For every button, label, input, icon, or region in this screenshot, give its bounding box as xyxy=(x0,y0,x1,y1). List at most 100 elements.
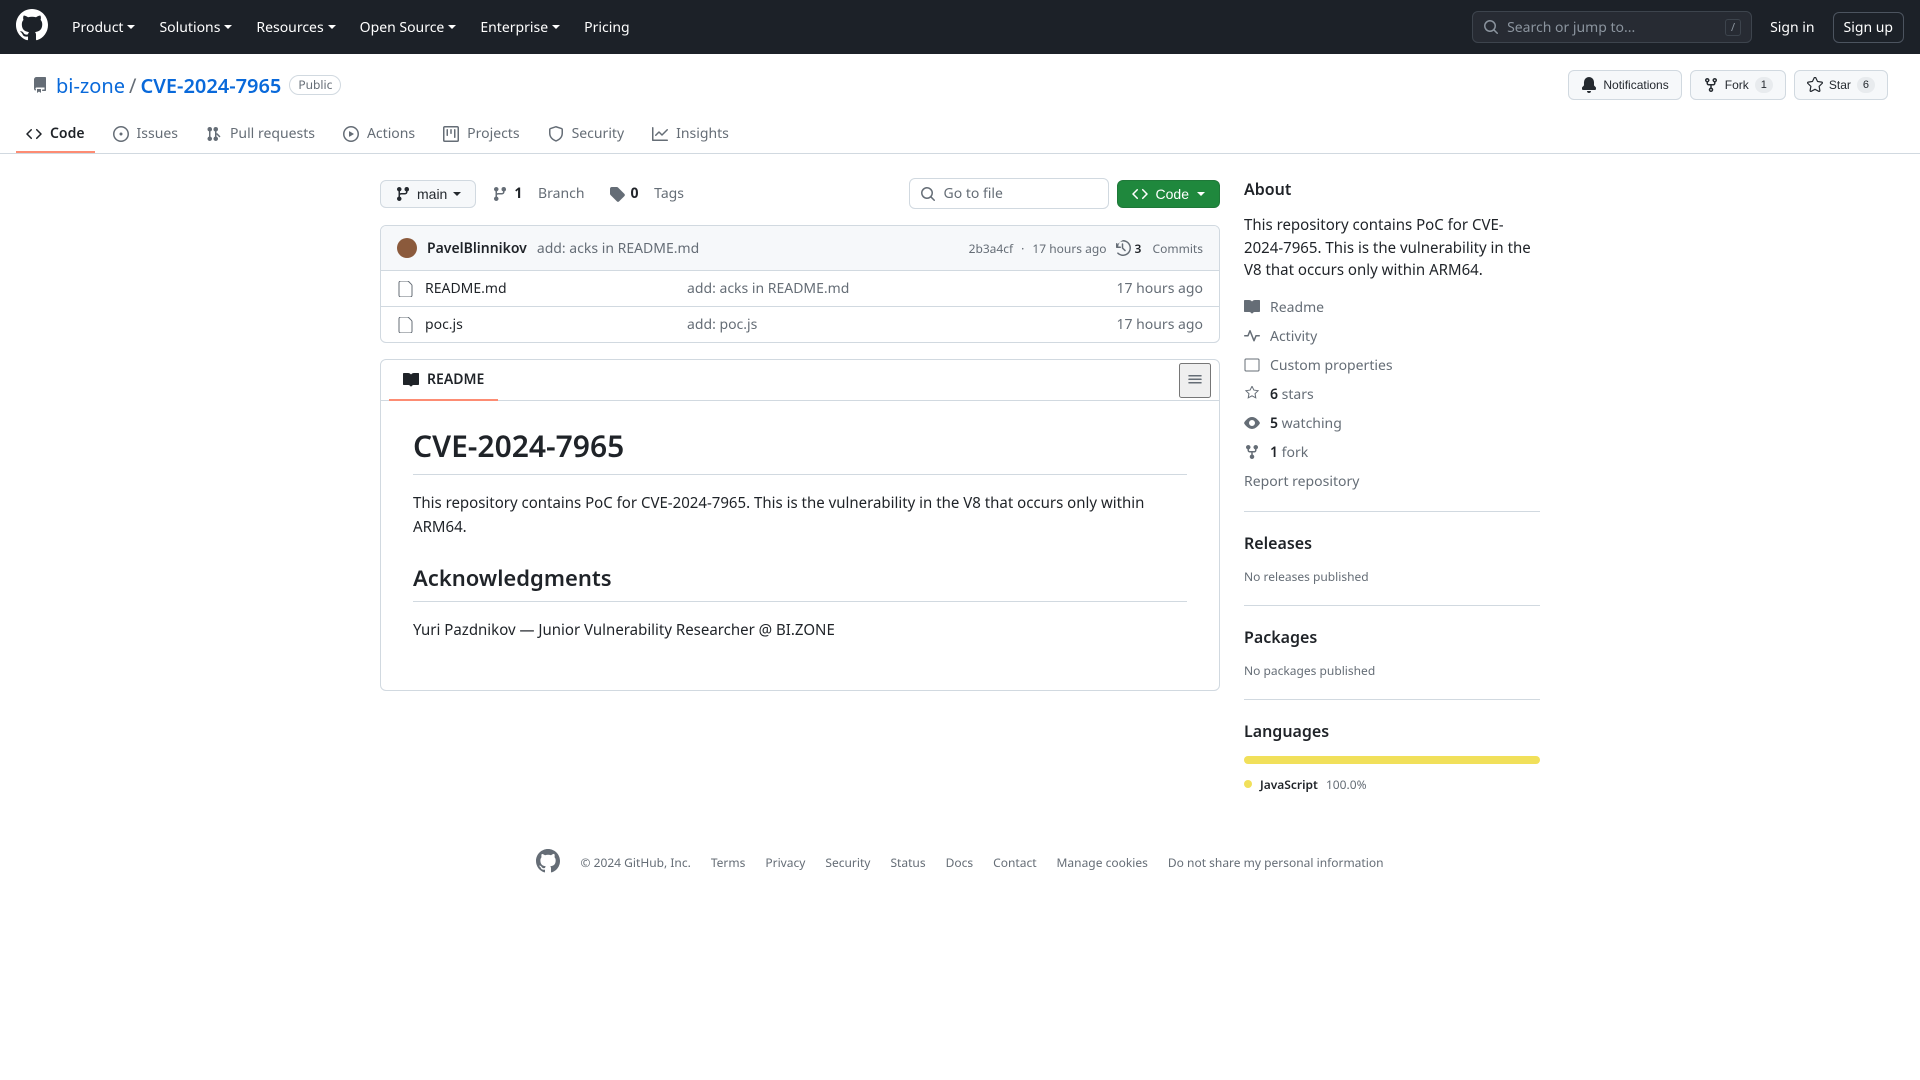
packages-title[interactable]: Packages xyxy=(1244,626,1540,648)
nav-enterprise[interactable]: Enterprise xyxy=(470,10,570,45)
book-icon xyxy=(1244,299,1260,315)
github-logo[interactable] xyxy=(16,9,48,46)
pr-icon xyxy=(206,126,222,142)
star-icon xyxy=(1244,386,1260,402)
commit-message[interactable]: add: acks in README.md xyxy=(537,239,699,258)
book-icon xyxy=(403,372,419,388)
file-commit-msg[interactable]: add: poc.js xyxy=(687,315,1105,334)
releases-none: No releases published xyxy=(1244,568,1540,585)
readme-tab[interactable]: README xyxy=(389,360,498,401)
readme-h2: Acknowledgments xyxy=(413,563,1187,602)
search-icon xyxy=(1483,19,1499,35)
code-icon xyxy=(26,126,42,142)
tags-link[interactable]: 0 Tags xyxy=(601,184,693,203)
chevron-down-icon xyxy=(448,25,456,29)
language-item[interactable]: JavaScript 100.0% xyxy=(1244,776,1540,793)
footer-docs[interactable]: Docs xyxy=(946,854,974,871)
repo-icon xyxy=(32,77,48,93)
report-link[interactable]: Report repository xyxy=(1244,472,1540,491)
issue-icon xyxy=(113,126,129,142)
tab-projects[interactable]: Projects xyxy=(433,116,529,153)
file-commit-msg[interactable]: add: acks in README.md xyxy=(687,279,1105,298)
file-name[interactable]: README.md xyxy=(425,279,675,298)
code-button[interactable]: Code xyxy=(1117,180,1220,208)
footer-security[interactable]: Security xyxy=(825,854,870,871)
readme-h1: CVE-2024-7965 xyxy=(413,425,1187,475)
toc-button[interactable] xyxy=(1179,363,1211,398)
fork-button[interactable]: Fork 1 xyxy=(1690,70,1786,100)
forks-link[interactable]: 1 fork xyxy=(1244,443,1540,462)
tab-actions[interactable]: Actions xyxy=(333,116,425,153)
tab-security[interactable]: Security xyxy=(538,116,635,153)
nav-opensource[interactable]: Open Source xyxy=(350,10,467,45)
file-time: 17 hours ago xyxy=(1117,315,1204,334)
star-button[interactable]: Star 6 xyxy=(1794,70,1888,100)
about-description: This repository contains PoC for CVE-202… xyxy=(1244,214,1540,282)
signup-button[interactable]: Sign up xyxy=(1833,12,1904,43)
commits-link[interactable]: 3 Commits xyxy=(1115,240,1203,257)
branch-icon xyxy=(492,186,508,202)
releases-title[interactable]: Releases xyxy=(1244,532,1540,554)
watchers-link[interactable]: 5 watching xyxy=(1244,414,1540,433)
footer-privacy[interactable]: Privacy xyxy=(765,854,805,871)
file-time: 17 hours ago xyxy=(1117,279,1204,298)
file-name[interactable]: poc.js xyxy=(425,315,675,334)
nav-resources[interactable]: Resources xyxy=(246,10,345,45)
tab-code[interactable]: Code xyxy=(16,116,95,153)
graph-icon xyxy=(652,126,668,142)
tab-pull-requests[interactable]: Pull requests xyxy=(196,116,325,153)
fork-icon xyxy=(1703,77,1719,93)
nav-product[interactable]: Product xyxy=(62,10,145,45)
history-icon xyxy=(1115,240,1131,256)
readme-p2: Yuri Pazdnikov — Junior Vulnerability Re… xyxy=(413,618,1187,642)
search-shortcut: / xyxy=(1725,19,1741,36)
branches-link[interactable]: 1 Branch xyxy=(484,184,592,203)
branch-select[interactable]: main xyxy=(380,180,476,208)
footer-donotshare[interactable]: Do not share my personal information xyxy=(1168,854,1384,871)
code-icon xyxy=(1132,186,1148,202)
chevron-down-icon xyxy=(328,25,336,29)
tab-issues[interactable]: Issues xyxy=(103,116,188,153)
footer-terms[interactable]: Terms xyxy=(711,854,746,871)
stars-link[interactable]: 6 stars xyxy=(1244,385,1540,404)
file-row[interactable]: poc.js add: poc.js 17 hours ago xyxy=(381,307,1219,342)
nav-solutions[interactable]: Solutions xyxy=(149,10,242,45)
footer-copyright: © 2024 GitHub, Inc. xyxy=(580,854,690,871)
commit-sha[interactable]: 2b3a4cf xyxy=(969,240,1014,257)
tab-insights[interactable]: Insights xyxy=(642,116,739,153)
search-input[interactable]: Search or jump to... / xyxy=(1472,11,1752,43)
github-logo-footer[interactable] xyxy=(536,849,560,877)
readme-link[interactable]: Readme xyxy=(1244,298,1540,317)
star-icon xyxy=(1807,77,1823,93)
bell-icon xyxy=(1581,77,1597,93)
activity-link[interactable]: Activity xyxy=(1244,327,1540,346)
eye-icon xyxy=(1244,415,1260,431)
about-title: About xyxy=(1244,178,1540,200)
nav-pricing[interactable]: Pricing xyxy=(574,10,639,45)
file-row[interactable]: README.md add: acks in README.md 17 hour… xyxy=(381,271,1219,307)
readme-p1: This repository contains PoC for CVE-202… xyxy=(413,491,1187,539)
tag-icon xyxy=(609,186,625,202)
custom-properties-link[interactable]: Custom properties xyxy=(1244,356,1540,375)
languages-title: Languages xyxy=(1244,720,1540,742)
footer-status[interactable]: Status xyxy=(890,854,925,871)
branch-icon xyxy=(395,186,411,202)
commit-author[interactable]: PavelBlinnikov xyxy=(427,239,527,258)
project-icon xyxy=(443,126,459,142)
file-search-input[interactable]: Go to file xyxy=(909,178,1109,209)
fork-icon xyxy=(1244,444,1260,460)
language-color-dot xyxy=(1244,780,1252,788)
signin-link[interactable]: Sign in xyxy=(1770,18,1814,37)
file-icon xyxy=(397,317,413,333)
chevron-down-icon xyxy=(224,25,232,29)
star-count: 6 xyxy=(1857,77,1875,93)
pulse-icon xyxy=(1244,328,1260,344)
notifications-button[interactable]: Notifications xyxy=(1568,70,1681,100)
repo-owner-link[interactable]: bi-zone xyxy=(56,72,125,99)
chevron-down-icon xyxy=(552,25,560,29)
footer-contact[interactable]: Contact xyxy=(993,854,1036,871)
repo-name-link[interactable]: CVE-2024-7965 xyxy=(141,72,282,99)
avatar[interactable] xyxy=(397,238,417,258)
footer-cookies[interactable]: Manage cookies xyxy=(1057,854,1148,871)
visibility-badge: Public xyxy=(289,75,341,95)
